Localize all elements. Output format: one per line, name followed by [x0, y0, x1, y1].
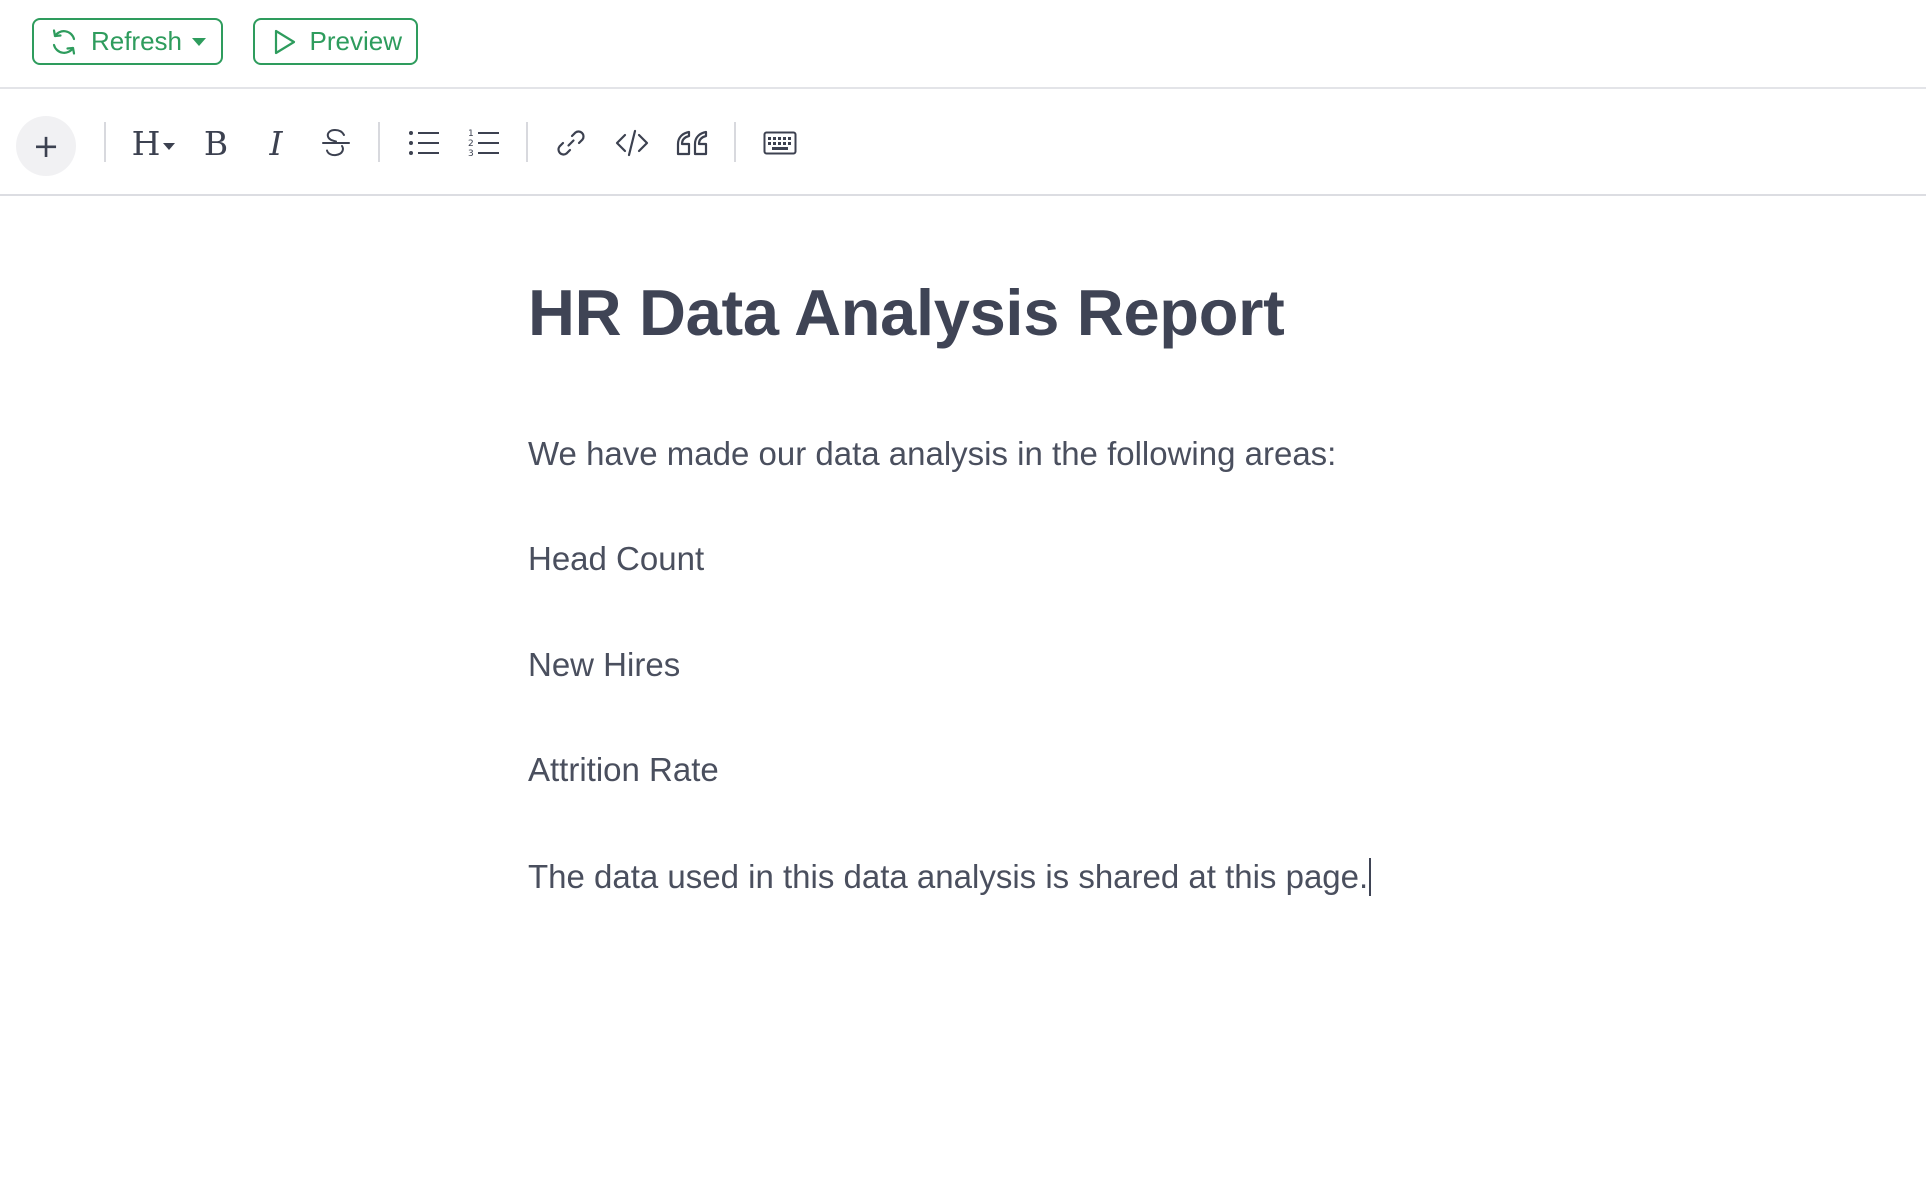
keyboard-shortcuts-button[interactable]	[758, 121, 802, 165]
refresh-button[interactable]: Refresh	[32, 18, 223, 65]
code-button[interactable]	[610, 121, 654, 165]
document-editor[interactable]: HR Data Analysis Report We have made our…	[528, 280, 1528, 896]
formatting-toolbar: + H B I 1 2 3	[0, 89, 1926, 196]
refresh-icon	[48, 25, 81, 59]
link-icon	[557, 130, 585, 156]
bold-icon: B	[203, 123, 229, 163]
bold-button[interactable]: B	[194, 121, 238, 165]
toolbar-divider	[378, 122, 380, 162]
strikethrough-icon	[322, 128, 350, 157]
numbered-list-button[interactable]: 1 2 3	[462, 121, 506, 165]
heading-icon: H	[131, 123, 161, 163]
heading-button[interactable]: H	[126, 121, 182, 165]
play-icon	[269, 25, 300, 59]
toolbar-divider	[526, 122, 528, 162]
toolbar-divider	[104, 122, 106, 162]
italic-icon: I	[269, 123, 283, 163]
intro-paragraph[interactable]: We have made our data analysis in the fo…	[528, 437, 1336, 470]
closing-text: The data used in this data analysis is s…	[528, 858, 1369, 895]
code-icon	[615, 129, 649, 157]
document-title[interactable]: HR Data Analysis Report	[528, 280, 1528, 345]
svg-text:2: 2	[468, 139, 474, 149]
action-bar: Refresh Preview	[0, 0, 1926, 89]
text-cursor	[1369, 858, 1372, 896]
area-paragraph[interactable]: New Hires	[528, 648, 680, 681]
area-paragraph[interactable]: Attrition Rate	[528, 753, 719, 786]
plus-icon: +	[32, 127, 60, 165]
refresh-label: Refresh	[90, 26, 182, 56]
keyboard-icon	[763, 131, 797, 155]
italic-button[interactable]: I	[254, 121, 298, 165]
bullet-list-icon	[409, 131, 439, 155]
quote-button[interactable]	[670, 121, 714, 165]
link-button[interactable]	[549, 121, 593, 165]
chevron-down-icon	[191, 37, 207, 47]
quote-icon	[676, 130, 708, 156]
area-paragraph[interactable]: Head Count	[528, 542, 704, 575]
add-block-button[interactable]: +	[16, 116, 76, 176]
preview-label: Preview	[309, 26, 402, 56]
chevron-down-icon	[163, 142, 176, 150]
bullet-list-button[interactable]	[402, 121, 446, 165]
preview-button[interactable]: Preview	[253, 18, 418, 65]
toolbar-divider	[734, 122, 736, 162]
svg-text:1: 1	[468, 129, 474, 139]
strikethrough-button[interactable]	[314, 121, 358, 165]
svg-text:3: 3	[468, 149, 474, 159]
closing-paragraph[interactable]: The data used in this data analysis is s…	[528, 858, 1372, 896]
numbered-list-icon: 1 2 3	[468, 129, 499, 159]
